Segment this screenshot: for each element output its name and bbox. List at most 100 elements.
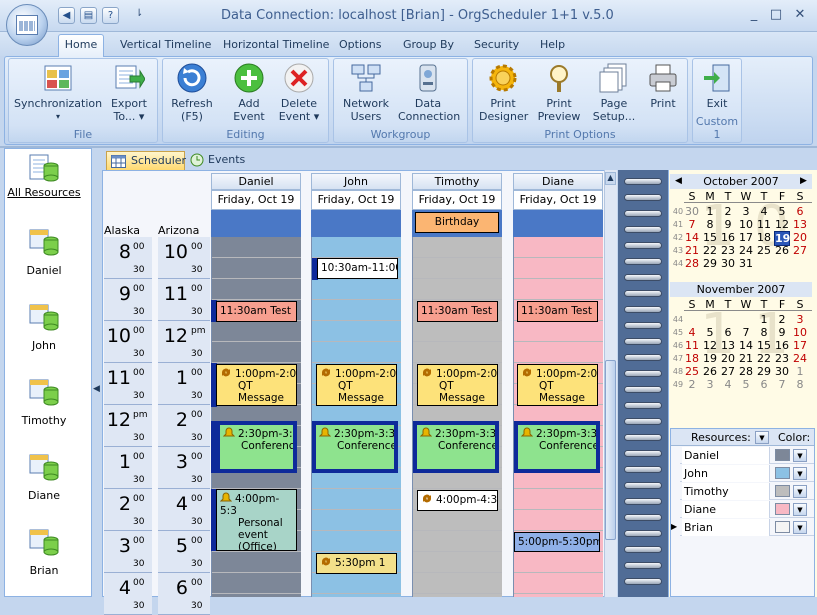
calendar-day[interactable]: 5 — [738, 378, 754, 391]
event-diane-500[interactable]: 5:00pm-5:30pm — [514, 532, 600, 552]
calendar-day[interactable]: 2 — [774, 313, 790, 326]
calendar-day[interactable]: 15 — [702, 231, 718, 244]
calendar-day[interactable]: 21 — [684, 244, 700, 257]
calendar-day[interactable]: 8 — [792, 378, 808, 391]
calendar-day[interactable]: 2 — [720, 205, 736, 218]
print-button[interactable]: Print — [642, 62, 684, 110]
delete-event-button[interactable]: Delete Event ▾ — [274, 62, 324, 123]
calendar-day[interactable]: 9 — [720, 218, 736, 231]
all-day-area-john[interactable] — [311, 210, 401, 237]
tab-scheduler[interactable]: Scheduler — [106, 151, 186, 171]
printer-icon[interactable]: ▤ — [80, 7, 97, 24]
calendar-day[interactable]: 11 — [756, 218, 772, 231]
all-day-area-diane[interactable] — [513, 210, 603, 237]
calendar-day[interactable]: 7 — [684, 218, 700, 231]
calendar-day[interactable]: 28 — [684, 257, 700, 270]
calendar-day[interactable]: 29 — [756, 365, 772, 378]
tab-options[interactable]: Options — [339, 36, 381, 56]
calendar-day[interactable]: 1 — [756, 313, 772, 326]
calendar-day[interactable]: 29 — [702, 257, 718, 270]
event-john-1030[interactable]: 10:30am-11:00 — [317, 258, 398, 279]
close-button[interactable]: ✕ — [790, 6, 810, 24]
calendar-day[interactable]: 12 — [774, 218, 790, 231]
calendar-day[interactable]: 14 — [684, 231, 700, 244]
application-menu-button[interactable] — [6, 4, 48, 46]
calendar-day[interactable]: 30 — [684, 205, 700, 218]
resource-item-john[interactable]: John — [4, 301, 84, 352]
all-day-area-daniel[interactable] — [211, 210, 301, 237]
calendar-day[interactable]: 6 — [720, 326, 736, 339]
calendar-day[interactable]: 31 — [738, 257, 754, 270]
calendar-day[interactable]: 10 — [738, 218, 754, 231]
calendar-day[interactable]: 11 — [684, 339, 700, 352]
event-daniel-qt[interactable]: 1:00pm-2:0 QT Message — [216, 364, 297, 406]
calendar-day[interactable]: 19 — [702, 352, 718, 365]
calendar-day[interactable]: 25 — [756, 244, 772, 257]
calendar-day[interactable]: 22 — [756, 352, 772, 365]
calendar-day[interactable]: 21 — [738, 352, 754, 365]
tab-events[interactable]: Events — [188, 151, 248, 171]
calendar-day[interactable]: 2 — [684, 378, 700, 391]
calendar-day[interactable]: 26 — [774, 244, 790, 257]
next-month-arrow-icon[interactable]: ▶ — [800, 176, 807, 186]
refresh-button[interactable]: Refresh (F5) — [167, 62, 217, 123]
calendar-day[interactable]: 13 — [792, 218, 808, 231]
scrollbar-thumb[interactable] — [605, 360, 616, 540]
export-to-button[interactable]: Export To... ▾ — [104, 62, 154, 123]
tab-security[interactable]: Security — [474, 36, 519, 56]
calendar-day[interactable]: 16 — [720, 231, 736, 244]
color-dropdown-icon[interactable]: ▼ — [793, 521, 807, 534]
event-diane-conference[interactable]: 2:30pm-3:3 Conference — [514, 421, 600, 473]
calendar-day[interactable]: 4 — [720, 378, 736, 391]
calendar-day[interactable]: 23 — [720, 244, 736, 257]
exit-button[interactable]: Exit — [696, 62, 738, 110]
color-dropdown-icon[interactable]: ▼ — [793, 467, 807, 480]
calendar-day[interactable]: 3 — [738, 205, 754, 218]
quick-access-customize-button[interactable]: ⇂ — [135, 8, 143, 19]
data-connection-button[interactable]: Data Connection — [398, 62, 460, 123]
color-dropdown-icon[interactable]: ▼ — [793, 485, 807, 498]
tab-vertical-timeline[interactable]: Vertical Timeline — [120, 36, 211, 56]
calendar-day[interactable]: 12 — [702, 339, 718, 352]
calendar-day[interactable]: 20 — [792, 231, 808, 244]
color-swatch[interactable] — [775, 503, 790, 515]
calendar-day[interactable]: 27 — [792, 244, 808, 257]
calendar-day[interactable]: 15 — [756, 339, 772, 352]
day-column-timothy[interactable] — [412, 237, 502, 597]
scroll-up-arrow-icon[interactable]: ▲ — [605, 172, 616, 185]
event-john-conference[interactable]: 2:30pm-3:3 Conference — [312, 421, 398, 473]
calendar-day[interactable]: 18 — [756, 231, 772, 244]
all-resources-item[interactable]: All Resources — [4, 152, 84, 199]
calendar-day[interactable]: 9 — [774, 326, 790, 339]
calendar-day[interactable]: 30 — [774, 365, 790, 378]
color-swatch[interactable] — [775, 449, 790, 461]
color-dropdown-icon[interactable]: ▼ — [793, 449, 807, 462]
event-timothy-test[interactable]: 11:30am Test — [417, 301, 498, 322]
previous-month-arrow-icon[interactable]: ◀ — [675, 176, 682, 186]
calendar-day[interactable]: 5 — [774, 205, 790, 218]
event-diane-test[interactable]: 11:30am Test — [517, 301, 598, 322]
calendar-day[interactable]: 8 — [702, 218, 718, 231]
event-timothy-qt[interactable]: 1:00pm-2:0 QT Message — [417, 364, 498, 406]
add-event-button[interactable]: Add Event — [224, 62, 274, 123]
tab-group-by[interactable]: Group By — [403, 36, 454, 56]
calendar-day[interactable]: 6 — [792, 205, 808, 218]
tab-horizontal-timeline[interactable]: Horizontal Timeline — [223, 36, 329, 56]
network-users-button[interactable]: Network Users — [340, 62, 392, 123]
page-setup-button[interactable]: Page Setup... — [590, 62, 638, 123]
color-swatch[interactable] — [775, 467, 790, 479]
resource-color-row[interactable]: Daniel ▼ — [680, 447, 814, 464]
calendar-day[interactable]: 6 — [756, 378, 772, 391]
calendar-day[interactable]: 13 — [720, 339, 736, 352]
calendar-day[interactable]: 10 — [792, 326, 808, 339]
event-john-530[interactable]: 5:30pm 1 — [316, 553, 397, 574]
calendar-day[interactable]: 30 — [720, 257, 736, 270]
minimize-button[interactable]: _ — [744, 6, 764, 24]
calendar-day[interactable]: 24 — [738, 244, 754, 257]
calendar-day[interactable]: 16 — [774, 339, 790, 352]
tab-home[interactable]: Home — [58, 34, 104, 57]
event-daniel-personal[interactable]: 4:00pm-5:3 Personal event (Office) — [216, 489, 297, 551]
calendar-day[interactable]: 8 — [756, 326, 772, 339]
resource-color-row[interactable]: Timothy ▼ — [680, 483, 814, 500]
calendar-day[interactable]: 4 — [684, 326, 700, 339]
